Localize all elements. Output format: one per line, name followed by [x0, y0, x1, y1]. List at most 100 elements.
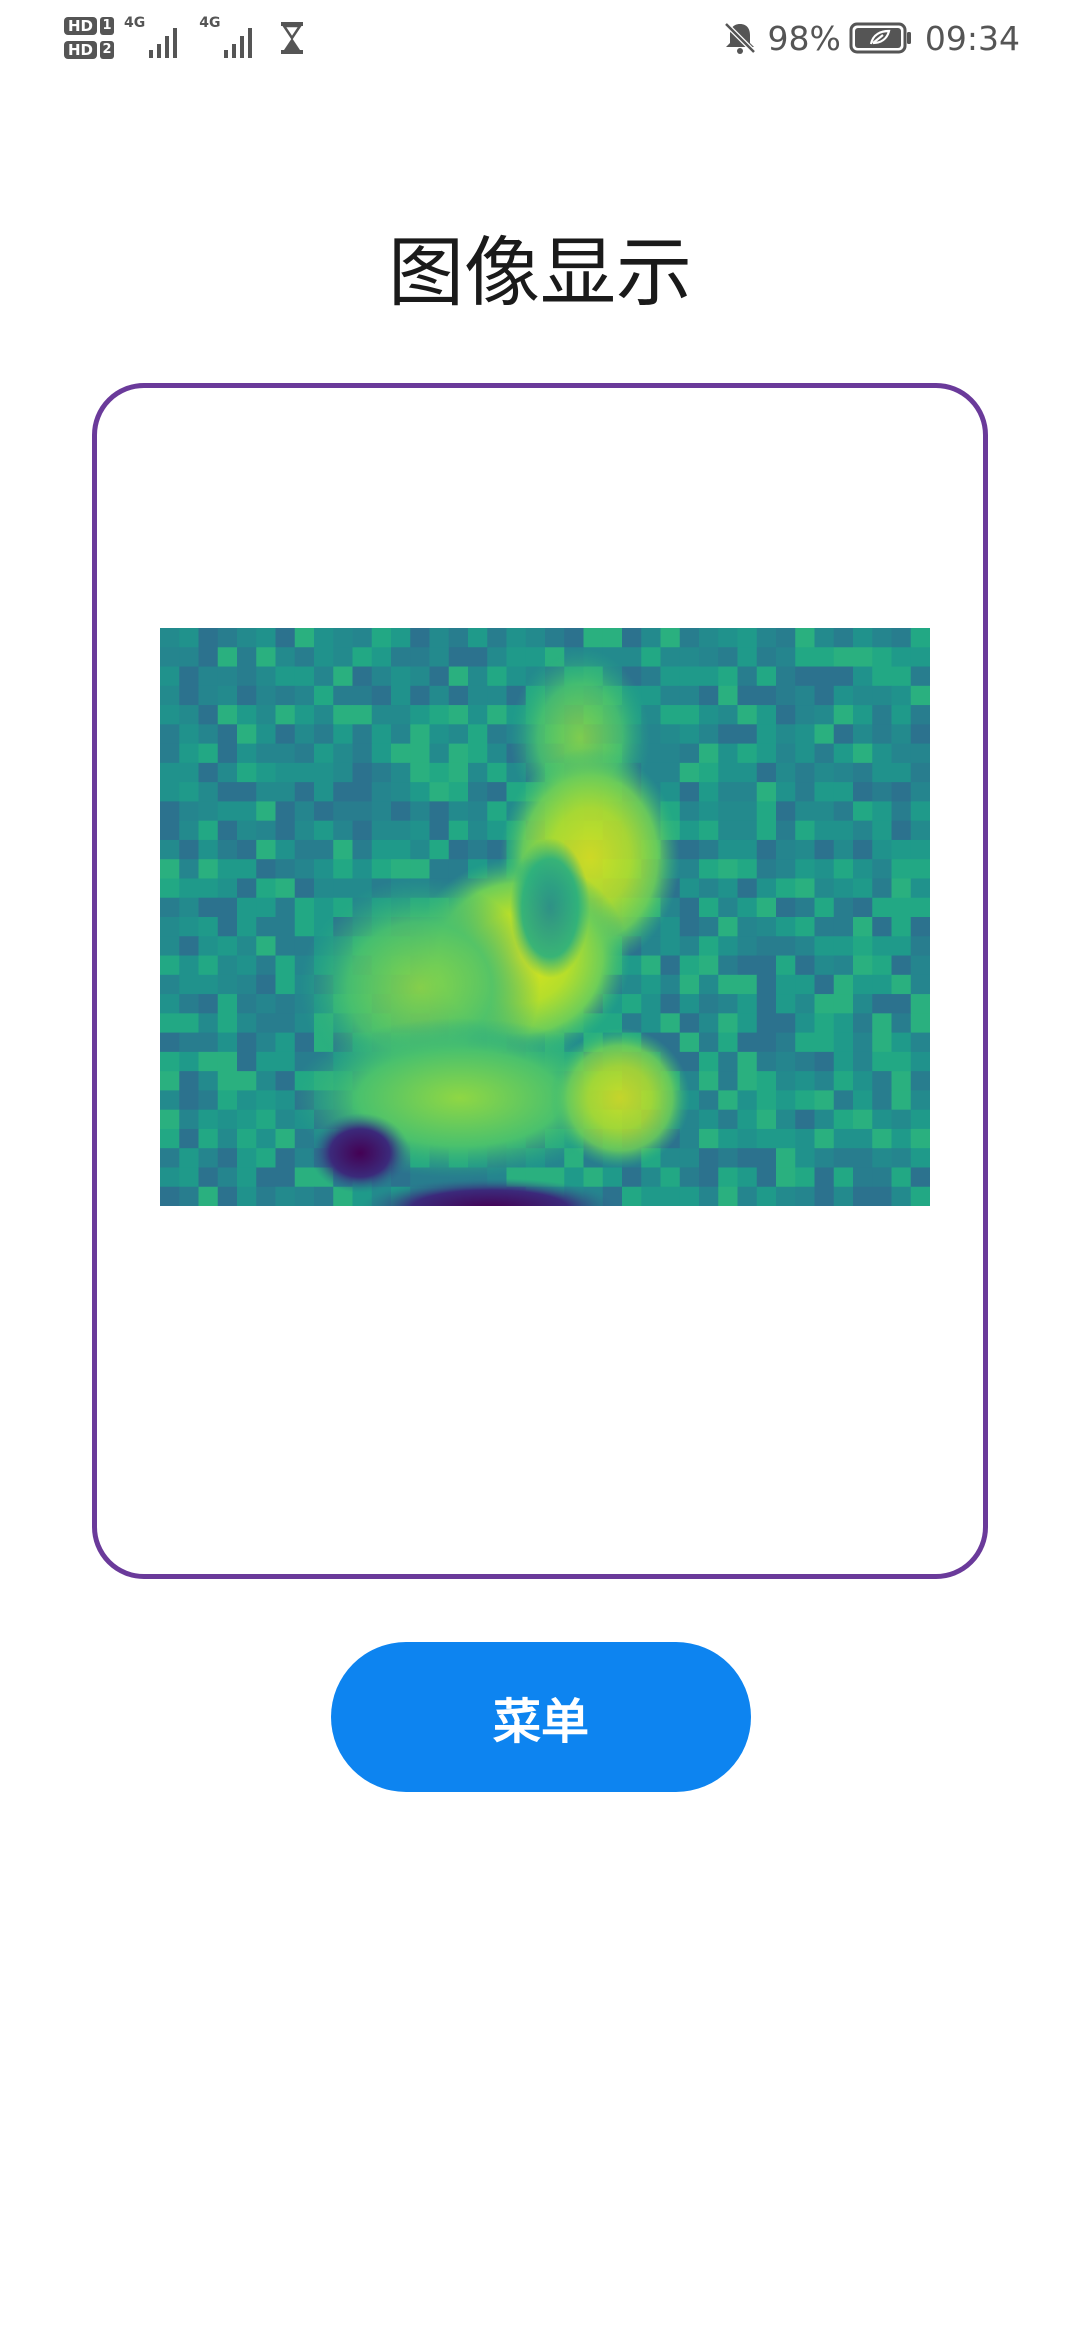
heatmap-cell [795, 1148, 815, 1168]
heatmap-cell [256, 994, 276, 1014]
heatmap-cell [679, 685, 700, 706]
heatmap-cell [256, 878, 276, 899]
heatmap-cell [256, 1167, 276, 1188]
heatmap-cell [275, 839, 296, 860]
heatmap-cell [853, 878, 873, 899]
heatmap-cell [391, 705, 411, 725]
heatmap-cell [333, 647, 353, 668]
heatmap-cell [910, 1148, 930, 1168]
heatmap-cell [237, 685, 257, 706]
heatmap-cell [179, 917, 199, 937]
heatmap-cell [853, 994, 873, 1014]
heatmap-cell [872, 801, 892, 822]
heatmap-cell [525, 628, 546, 648]
heatmap-cell [641, 994, 661, 1014]
heatmap-cell [256, 666, 276, 687]
heatmap-cell [679, 705, 700, 725]
heatmap-cell [198, 801, 219, 822]
heatmap-cell [833, 1128, 854, 1149]
heatmap-cell [294, 801, 315, 822]
menu-button[interactable]: 菜单 [331, 1642, 751, 1792]
heatmap-cell [410, 666, 430, 687]
heatmap-cell [910, 839, 930, 860]
heatmap-cell [795, 859, 815, 879]
heatmap-cell [699, 1167, 719, 1188]
heatmap-cell [294, 897, 315, 918]
heatmap-cell [160, 647, 180, 668]
heatmap-cell [487, 782, 507, 802]
heatmap-cell [352, 743, 373, 764]
heatmap-cell [833, 647, 854, 668]
heatmap-cell [294, 1032, 315, 1053]
heatmap-cell [294, 1186, 315, 1206]
heatmap-cell [198, 820, 219, 841]
heatmap-cell [833, 994, 854, 1014]
heatmap-cell [198, 1051, 219, 1072]
heatmap-cell [756, 878, 777, 899]
heatmap-cell [737, 762, 758, 783]
heatmap-cell [641, 955, 661, 976]
heatmap-cell [371, 743, 392, 764]
heatmap-cell [910, 762, 930, 783]
heatmap-cell [275, 743, 296, 764]
heatmap-cell [699, 705, 719, 725]
heatmap-cell [853, 839, 873, 860]
heatmap-cell [795, 1032, 815, 1053]
heatmap-cell [198, 1090, 219, 1111]
heatmap-cell [756, 1032, 777, 1053]
heatmap-cell [910, 628, 930, 648]
heatmap-cell [217, 1090, 238, 1111]
heatmap-cell [237, 1013, 257, 1034]
heatmap-cell [699, 628, 719, 648]
heatmap-cell [853, 1186, 873, 1206]
heatmap-cell [275, 628, 296, 648]
heatmap-cell [679, 801, 700, 822]
heatmap-cell [217, 994, 238, 1014]
heatmap-cell [160, 1013, 180, 1034]
heatmap-cell [391, 685, 411, 706]
heatmap-cell [795, 917, 815, 937]
heatmap-cell [891, 762, 912, 783]
heatmap-cell [737, 1051, 758, 1072]
heatmap-cell [853, 743, 873, 764]
heatmap-cell [217, 685, 238, 706]
heatmap-cell [179, 936, 199, 957]
heatmap-cell [795, 1071, 815, 1091]
sim1-indicator: HD 1 [64, 17, 115, 35]
hd-badge: HD [64, 41, 98, 59]
heatmap-cell [833, 878, 854, 899]
signal-icon [149, 28, 178, 58]
heatmap-cell [198, 1109, 219, 1130]
image-frame [92, 383, 988, 1579]
heatmap-cell [179, 1013, 199, 1034]
heatmap-cell [833, 743, 854, 764]
heatmap-cell [641, 1013, 661, 1034]
heatmap-cell [333, 685, 353, 706]
heatmap-cell [294, 628, 315, 648]
heatmap-cell [160, 1051, 180, 1072]
heatmap-cell [429, 743, 450, 764]
heatmap-cell [872, 1167, 892, 1188]
heatmap-cell [294, 917, 315, 937]
heatmap-cell [237, 1071, 257, 1091]
heatmap-cell [699, 917, 719, 937]
heatmap-cell [756, 743, 777, 764]
sim-indicators: HD 1 HD 2 [64, 17, 115, 59]
heatmap-cell [718, 743, 738, 764]
heatmap-cell [391, 724, 411, 745]
heatmap-cell [545, 628, 565, 648]
heatmap-cell [602, 1167, 623, 1188]
heatmap-cell [198, 647, 219, 668]
heatmap-cell [217, 955, 238, 976]
heatmap-cell [448, 820, 469, 841]
sim2-indicator: HD 2 [64, 41, 115, 59]
heatmap-cell [833, 1148, 854, 1168]
heatmap-cell [487, 724, 507, 745]
heatmap-cell [795, 1128, 815, 1149]
heatmap-cell [776, 685, 796, 706]
heatmap-cell [333, 782, 353, 802]
heatmap-cell [352, 820, 373, 841]
heatmap-cell [198, 878, 219, 899]
heatmap-cell [160, 801, 180, 822]
heatmap-cell [660, 705, 681, 725]
